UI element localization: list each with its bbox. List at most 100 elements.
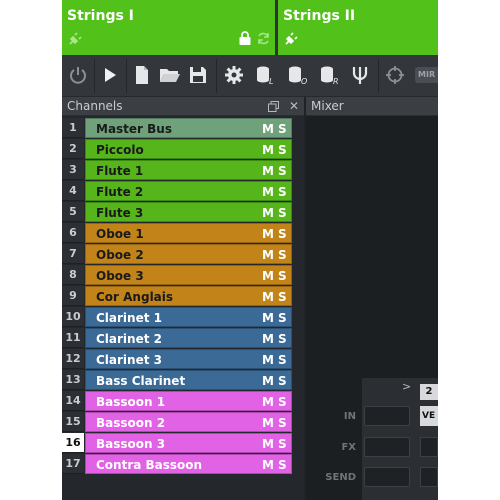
channel-number[interactable]: 7 <box>62 244 84 264</box>
mute-button[interactable]: M <box>262 182 274 202</box>
channel-strip[interactable]: Clarinet 1 MS <box>85 307 292 327</box>
channel-strip[interactable]: Oboe 1 MS <box>85 223 292 243</box>
mixer-channel-tab[interactable]: 2 <box>420 384 438 400</box>
mute-button[interactable]: M <box>262 308 274 328</box>
solo-button[interactable]: S <box>278 182 287 202</box>
reset-database-icon[interactable]: R <box>316 61 344 89</box>
solo-button[interactable]: S <box>278 161 287 181</box>
channel-strip[interactable]: Piccolo M S <box>85 139 292 159</box>
mute-button[interactable]: M <box>262 434 274 454</box>
solo-button[interactable]: S <box>278 140 287 160</box>
play-icon[interactable] <box>96 61 124 89</box>
mute-button[interactable]: M <box>262 266 274 286</box>
channel-number[interactable]: 13 <box>62 370 84 390</box>
mute-button[interactable]: M <box>262 350 274 370</box>
channel-number[interactable]: 6 <box>62 223 84 243</box>
channel-strip[interactable]: Clarinet 2 MS <box>85 328 292 348</box>
mute-button[interactable]: M <box>262 203 274 223</box>
channel-number[interactable]: 3 <box>62 160 84 180</box>
power-icon[interactable] <box>64 61 92 89</box>
mute-button[interactable]: M <box>262 161 274 181</box>
new-file-icon[interactable] <box>128 61 156 89</box>
channel-number[interactable]: 11 <box>62 328 84 348</box>
channel-row[interactable]: 13 Bass Clarinet M S <box>62 370 304 391</box>
channel-strip[interactable]: Flute 1 MS <box>85 160 292 180</box>
mixer-fx-slot-2[interactable] <box>420 437 438 457</box>
solo-button[interactable]: S <box>278 308 287 328</box>
mixer-in-slot[interactable] <box>364 406 410 426</box>
channel-strip[interactable]: Bassoon 3 MS <box>85 433 292 453</box>
channel-number[interactable]: 15 <box>62 412 84 432</box>
channel-number[interactable]: 10 <box>62 307 84 327</box>
channel-strip[interactable]: Bass Clarinet M S <box>85 370 292 390</box>
lock-icon[interactable] <box>238 31 252 46</box>
channel-row[interactable]: 14 Bassoon 1 MS <box>62 391 304 412</box>
mute-button[interactable]: M <box>262 224 274 244</box>
channel-row[interactable]: 11 Clarinet 2 MS <box>62 328 304 349</box>
channel-row[interactable]: 16 Bassoon 3 MS <box>62 433 304 454</box>
channel-row[interactable]: 17 Contra Bassoon M S <box>62 454 304 475</box>
mute-button[interactable]: M <box>262 413 274 433</box>
channel-number[interactable]: 14 <box>62 391 84 411</box>
solo-button[interactable]: S <box>278 245 287 265</box>
mute-button[interactable]: M <box>262 119 274 139</box>
mute-button[interactable]: M <box>262 392 274 412</box>
solo-button[interactable]: S <box>278 371 287 391</box>
channel-row[interactable]: 7 Oboe 2 MS <box>62 244 304 265</box>
sync-icon[interactable] <box>256 31 271 46</box>
solo-button[interactable]: S <box>278 266 287 286</box>
channel-strip[interactable]: Clarinet 3 MS <box>85 349 292 369</box>
close-icon[interactable]: ✕ <box>289 99 299 113</box>
solo-button[interactable]: S <box>278 287 287 307</box>
output-database-icon[interactable]: O <box>284 61 312 89</box>
mute-button[interactable]: M <box>262 140 274 160</box>
solo-button[interactable]: S <box>278 224 287 244</box>
channel-strip[interactable]: Contra Bassoon M S <box>85 454 292 474</box>
channel-number[interactable]: 8 <box>62 265 84 285</box>
channel-number[interactable]: 1 <box>62 118 84 138</box>
plug-icon[interactable] <box>283 31 299 47</box>
solo-button[interactable]: S <box>278 329 287 349</box>
open-folder-icon[interactable] <box>156 61 184 89</box>
channel-row[interactable]: 9 Cor Anglais M S <box>62 286 304 307</box>
channel-strip[interactable]: Bassoon 2 MS <box>85 412 292 432</box>
mixer-send-slot[interactable] <box>364 467 410 487</box>
save-icon[interactable] <box>184 61 212 89</box>
channel-row[interactable]: 1 Master Bus M S <box>62 118 304 139</box>
mute-button[interactable]: M <box>262 287 274 307</box>
channel-strip[interactable]: Cor Anglais M S <box>85 286 292 306</box>
channel-strip[interactable]: Flute 2 MS <box>85 181 292 201</box>
channel-strip[interactable]: Master Bus M S <box>85 118 292 138</box>
plug-icon[interactable] <box>67 31 83 47</box>
solo-button[interactable]: S <box>278 455 287 475</box>
channel-row[interactable]: 2 Piccolo M S <box>62 139 304 160</box>
channel-strip[interactable]: Flute 3 MS <box>85 202 292 222</box>
mixer-send-slot-2[interactable] <box>420 467 438 487</box>
channel-row[interactable]: 8 Oboe 3 MS <box>62 265 304 286</box>
channel-number[interactable]: 9 <box>62 286 84 306</box>
channel-number[interactable]: 5 <box>62 202 84 222</box>
channel-row[interactable]: 12 Clarinet 3 MS <box>62 349 304 370</box>
undock-icon[interactable] <box>268 101 279 112</box>
channel-number[interactable]: 17 <box>62 454 84 474</box>
instrument-slot-2[interactable]: Strings II <box>278 0 438 55</box>
channel-strip[interactable]: Oboe 3 MS <box>85 265 292 285</box>
solo-button[interactable]: S <box>278 392 287 412</box>
target-icon[interactable] <box>381 61 409 89</box>
channel-row[interactable]: 10 Clarinet 1 MS <box>62 307 304 328</box>
instrument-slot-1[interactable]: Strings I <box>62 0 275 55</box>
channel-row[interactable]: 3 Flute 1 MS <box>62 160 304 181</box>
tuning-fork-icon[interactable] <box>346 61 374 89</box>
channel-row[interactable]: 4 Flute 2 MS <box>62 181 304 202</box>
channel-row[interactable]: 6 Oboe 1 MS <box>62 223 304 244</box>
mute-button[interactable]: M <box>262 371 274 391</box>
channel-number[interactable]: 16 <box>62 433 84 453</box>
mute-button[interactable]: M <box>262 455 274 475</box>
channel-strip[interactable]: Oboe 2 MS <box>85 244 292 264</box>
channel-number[interactable]: 12 <box>62 349 84 369</box>
channel-row[interactable]: 15 Bassoon 2 MS <box>62 412 304 433</box>
solo-button[interactable]: S <box>278 434 287 454</box>
channel-number[interactable]: 2 <box>62 139 84 159</box>
solo-button[interactable]: S <box>278 350 287 370</box>
gear-icon[interactable] <box>220 61 248 89</box>
